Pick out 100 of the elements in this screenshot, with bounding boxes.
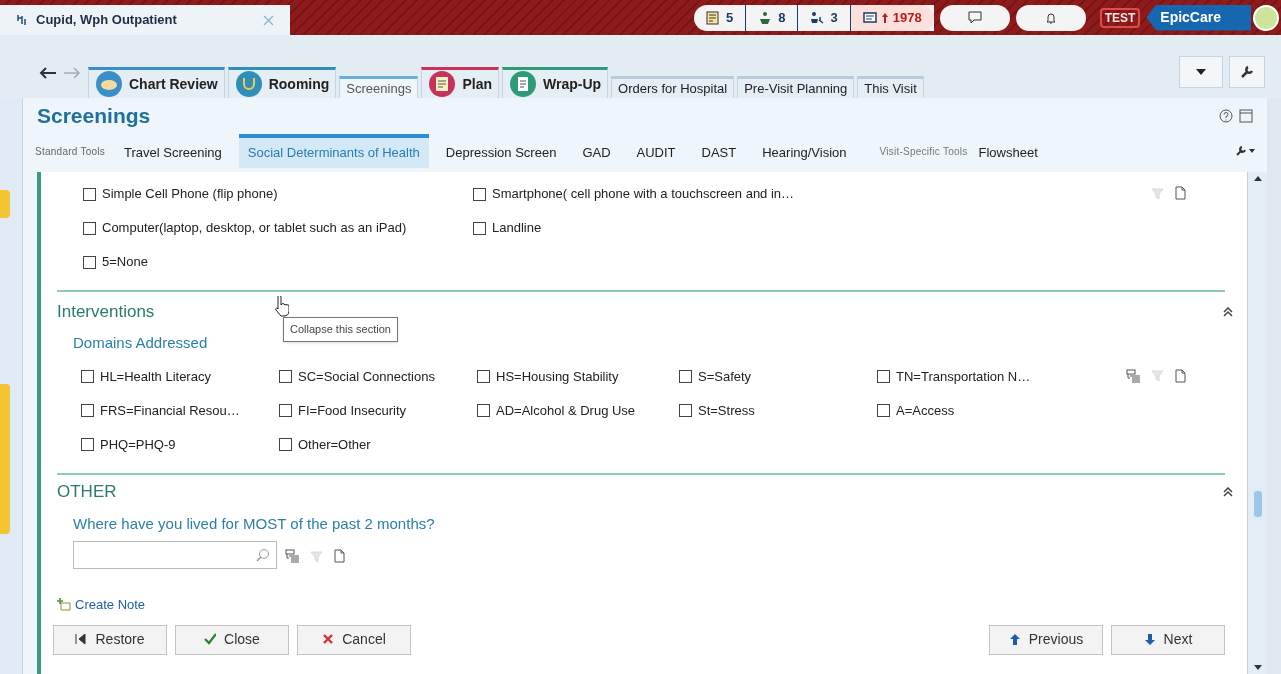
badge-count: 3 <box>830 8 838 27</box>
activity-tab[interactable]: Plan <box>421 67 499 98</box>
restore-button[interactable]: Restore <box>53 624 167 655</box>
close-button[interactable]: Close <box>175 624 289 655</box>
back-icon[interactable] <box>38 66 58 80</box>
checkbox-label: HL=Health Literacy <box>100 367 211 386</box>
activity-tab[interactable]: Pre-Visit Planning <box>737 75 855 98</box>
answer-field[interactable] <box>73 541 277 569</box>
activity-tab[interactable]: Orders for Hospital <box>611 75 735 98</box>
checkbox-label: Computer(laptop, desktop, or tablet such as an iPad) <box>102 219 407 238</box>
activity-tab[interactable]: Chart Review <box>88 67 225 98</box>
checkbox-label: Landline <box>492 219 542 238</box>
dropdown-button[interactable] <box>1179 56 1223 88</box>
checkbox-label: FRS=Financial Resou… <box>100 401 240 420</box>
checkbox-label: PHQ=PHQ-9 <box>100 435 176 454</box>
toolbar-label: Standard Tools <box>35 144 106 159</box>
checkbox[interactable] <box>83 187 96 201</box>
inbox-badge[interactable]: 5 <box>694 4 747 31</box>
pointer-cursor-icon <box>273 296 289 318</box>
skip-back-icon <box>75 633 88 646</box>
cancel-button[interactable]: Cancel <box>297 624 411 655</box>
checkbox[interactable] <box>477 370 490 383</box>
checkbox[interactable] <box>877 404 890 417</box>
section-title[interactable]: Interventions <box>57 299 155 325</box>
previous-button[interactable]: Previous <box>989 624 1103 655</box>
up-arrow-icon <box>880 11 889 24</box>
messages-button[interactable] <box>939 4 1010 31</box>
patients-badge[interactable]: 8 <box>746 4 799 31</box>
app-name: EpicCare <box>1146 4 1251 31</box>
activity-tab[interactable]: Wrap-Up <box>502 67 609 98</box>
close-icon <box>322 633 335 646</box>
checkbox[interactable] <box>877 370 890 383</box>
checkbox[interactable] <box>473 187 486 201</box>
checkbox[interactable] <box>679 370 692 383</box>
tooltip: Collapse this section <box>283 317 398 342</box>
new-note-icon <box>57 598 71 612</box>
scrollbar[interactable] <box>1247 172 1267 674</box>
collapse-icon[interactable] <box>1223 486 1233 497</box>
scrollbar-thumb[interactable] <box>1253 491 1262 517</box>
checkbox[interactable] <box>279 404 292 417</box>
caret-icon <box>1249 149 1255 153</box>
patient-tab[interactable]: Cupid, Wph Outpatient <box>0 5 290 35</box>
checkbox[interactable] <box>477 404 490 417</box>
checkbox[interactable] <box>679 404 692 417</box>
checkbox-label: AD=Alcohol & Drug Use <box>496 401 636 420</box>
chat-icon <box>967 10 982 25</box>
checkbox[interactable] <box>81 438 94 451</box>
toolbar-settings-button[interactable] <box>1235 145 1255 157</box>
window-icon[interactable] <box>1239 109 1253 123</box>
activity-tab[interactable]: Screenings <box>339 75 419 98</box>
checkbox[interactable] <box>279 438 292 451</box>
notifications-button[interactable] <box>1015 4 1086 31</box>
checkbox-label: Other=Other <box>298 435 371 454</box>
badge-count: 5 <box>726 8 734 27</box>
environment-badge: TEST <box>1099 7 1141 28</box>
help-icon[interactable] <box>1219 109 1233 123</box>
avatar[interactable] <box>1253 4 1279 31</box>
checkbox[interactable] <box>81 370 94 383</box>
document-icon[interactable] <box>333 549 346 563</box>
wrench-icon <box>1240 65 1254 79</box>
checkbox[interactable] <box>81 404 94 417</box>
checkbox[interactable] <box>83 221 96 235</box>
checkbox-label: TN=Transportation N… <box>896 367 1031 386</box>
activity-tab[interactable]: Rooming <box>227 67 337 98</box>
create-note-link[interactable]: Create Note <box>57 595 146 615</box>
group-badge[interactable]: 3 <box>798 4 851 31</box>
check-icon <box>204 633 217 646</box>
collapse-icon[interactable] <box>1223 307 1233 317</box>
monitor-icon <box>862 10 877 25</box>
settings-button[interactable] <box>1229 56 1265 88</box>
toolbar-tab[interactable]: Hearing/Vision <box>753 134 856 168</box>
section-title[interactable]: OTHER <box>57 478 117 505</box>
toolbar-tab[interactable]: GAD <box>573 134 620 168</box>
checkbox-label: FI=Food Insecurity <box>298 401 407 420</box>
scroll-down-icon <box>1253 665 1262 670</box>
caret-icon <box>1196 69 1206 75</box>
checkbox[interactable] <box>279 370 292 383</box>
checkbox-label: St=Stress <box>698 401 755 420</box>
checkbox-label: 5=None <box>102 253 148 272</box>
toolbar-tab[interactable]: AUDIT <box>627 134 685 168</box>
toolbar-tab[interactable]: Travel Screening <box>115 134 231 168</box>
up-arrow-icon <box>1008 633 1021 646</box>
next-button[interactable]: Next <box>1111 624 1225 655</box>
checkbox-label: HS=Housing Stability <box>496 367 619 386</box>
checkbox[interactable] <box>83 255 96 269</box>
toolbar-tab[interactable]: Depression Screen <box>436 134 566 168</box>
checkbox-label: S=Safety <box>698 367 752 386</box>
checkbox[interactable] <box>473 221 486 235</box>
wrench-icon <box>1235 145 1247 157</box>
activity-tab[interactable]: This Visit <box>857 75 924 98</box>
toolbar-tab[interactable]: Social Determinants of Health <box>238 134 429 168</box>
messages-badge[interactable]: 1978 <box>850 4 934 31</box>
document-icon[interactable] <box>1174 186 1187 200</box>
badge-count: 8 <box>778 8 786 27</box>
document-icon <box>706 10 720 25</box>
document-icon[interactable] <box>1174 368 1187 383</box>
toolbar-tab[interactable]: Flowsheet <box>969 134 1047 168</box>
toolbar-tab[interactable]: DAST <box>692 134 746 168</box>
checkbox-label: SC=Social Connections <box>298 367 435 386</box>
question-label: Where have you lived for MOST of the past 2 months? <box>73 513 435 534</box>
